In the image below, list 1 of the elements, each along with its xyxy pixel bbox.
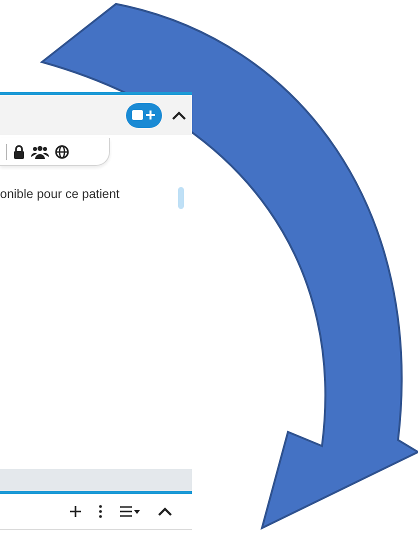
empty-message: onible pour ce patient: [0, 186, 120, 203]
